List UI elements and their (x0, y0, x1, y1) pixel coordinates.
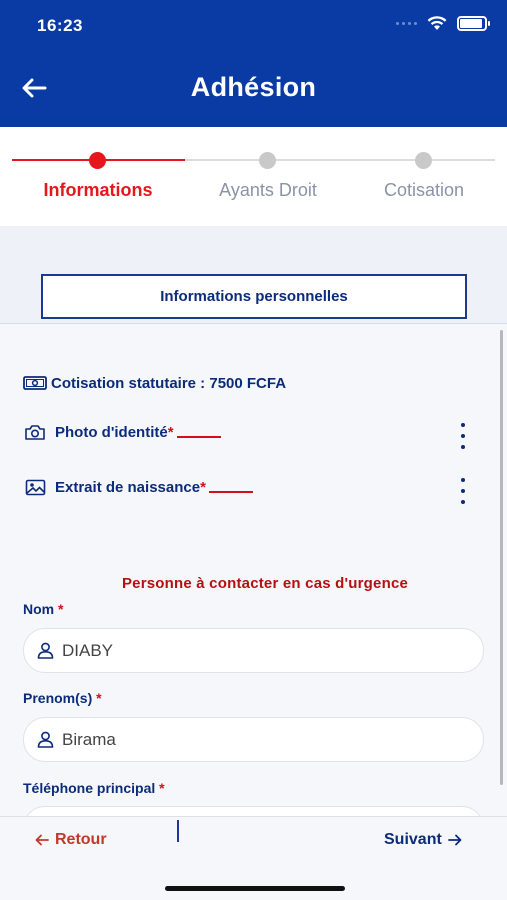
wifi-icon (427, 16, 447, 30)
form-card: Cotisation statutaire : 7500 FCFA Photo … (0, 323, 507, 816)
cotisation-row: Cotisation statutaire : 7500 FCFA (23, 374, 286, 392)
next-button[interactable]: Suivant (384, 831, 462, 849)
arrow-left-icon (35, 834, 49, 846)
arrow-right-icon (447, 834, 462, 846)
required-mark: * (200, 478, 206, 496)
document-photo-label: Photo d'identité (55, 423, 168, 441)
document-extrait-label: Extrait de naissance (55, 478, 201, 496)
missing-indicator (208, 491, 253, 493)
back-button[interactable]: Retour (35, 831, 107, 849)
required-mark: * (167, 423, 174, 441)
status-time: 16:23 (37, 16, 83, 35)
tab-ayants-droit[interactable]: Ayants Droit (183, 180, 353, 201)
money-icon (23, 374, 47, 392)
telephone-input[interactable] (23, 806, 484, 816)
battery-icon (457, 16, 490, 31)
more-vertical-icon[interactable] (456, 478, 470, 504)
step-dot-cotisation (415, 152, 432, 169)
page-title: Adhésion (190, 72, 317, 102)
camera-icon (23, 423, 47, 441)
signal-icon (396, 22, 417, 25)
nom-value: DIABY (62, 640, 114, 660)
scrollbar[interactable] (500, 330, 503, 785)
text-cursor (177, 820, 179, 842)
field-label-nom: Nom * (23, 601, 64, 617)
prenom-value: Birama (62, 729, 116, 749)
prenom-input[interactable]: Birama (23, 717, 484, 762)
section-informations-personnelles[interactable]: Informations personnelles (41, 274, 467, 319)
tab-informations[interactable]: Informations (13, 180, 183, 201)
user-icon (36, 641, 55, 660)
back-button-label: Retour (55, 831, 107, 848)
cotisation-text: Cotisation statutaire : 7500 FCFA (51, 374, 287, 392)
nom-input[interactable]: DIABY (23, 628, 484, 673)
missing-indicator (176, 436, 221, 438)
step-dot-informations (89, 152, 106, 169)
stepper: Informations Ayants Droit Cotisation (0, 127, 507, 226)
step-dot-ayants-droit (259, 152, 276, 169)
document-extrait-row[interactable]: Extrait de naissance * (23, 478, 253, 496)
app-header: 16:23 Adhésion (0, 0, 507, 127)
status-icons (396, 16, 490, 31)
home-indicator[interactable] (165, 886, 345, 891)
more-vertical-icon[interactable] (456, 423, 470, 449)
document-photo-row[interactable]: Photo d'identité * (23, 423, 221, 441)
image-icon (23, 478, 47, 496)
step-line-inactive (185, 159, 495, 161)
field-label-telephone: Téléphone principal * (23, 780, 165, 796)
footer-nav: Retour Suivant (0, 816, 507, 900)
next-button-label: Suivant (384, 831, 442, 848)
field-label-prenom: Prenom(s) * (23, 690, 102, 706)
user-icon (36, 730, 55, 749)
urgence-title: Personne à contacter en cas d'urgence (121, 575, 409, 592)
tab-cotisation[interactable]: Cotisation (339, 180, 507, 201)
